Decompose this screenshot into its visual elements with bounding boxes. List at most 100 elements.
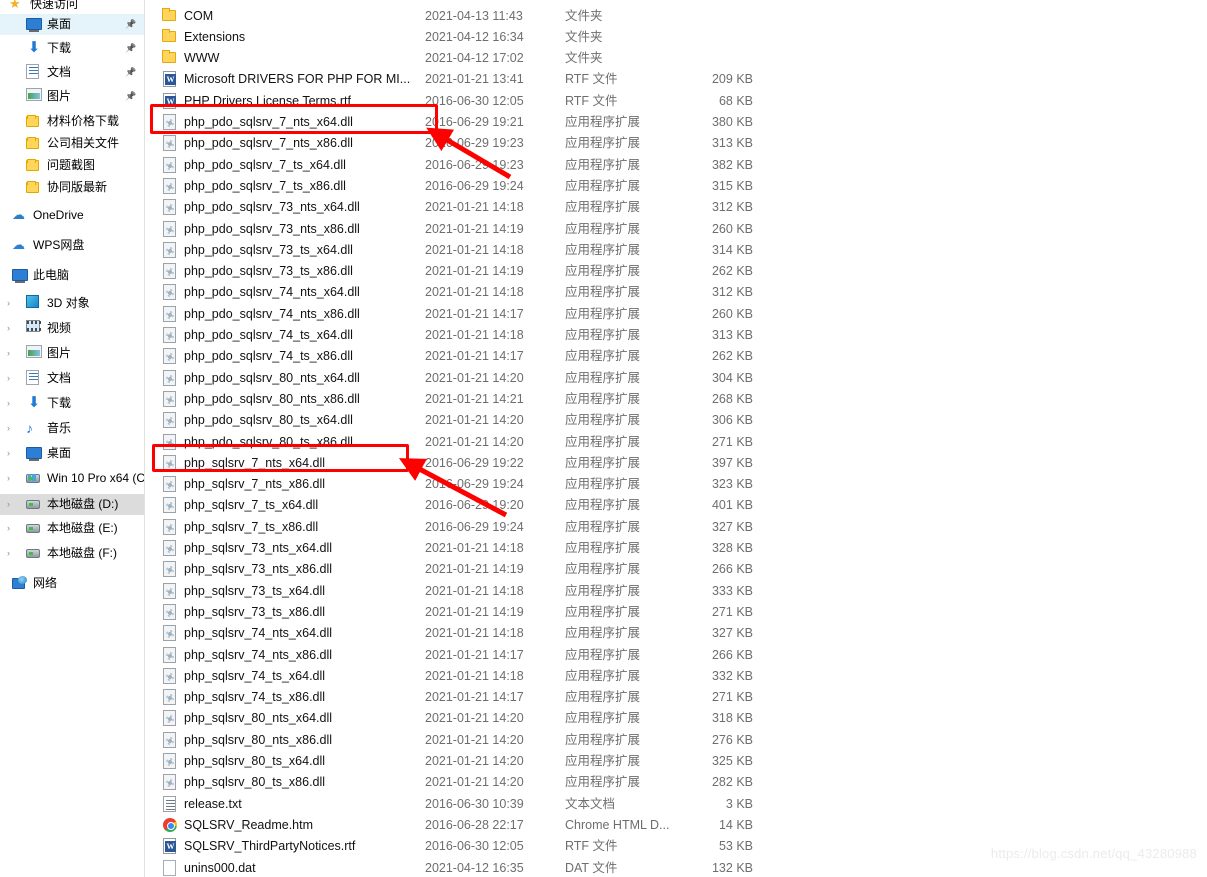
nav-item-20[interactable]: › 本地磁盘 (D:) (0, 494, 144, 515)
file-row[interactable]: SQLSRV_Readme.htm 2016-06-28 22:17 Chrome … (145, 815, 1207, 836)
nav-item-4[interactable]: 图片 📌 (0, 86, 144, 107)
chevron-right-icon[interactable]: › (3, 398, 14, 409)
file-row[interactable]: php_pdo_sqlsrv_80_nts_x86.dll 2021-01-21 … (145, 389, 1207, 410)
file-row[interactable]: php_sqlsrv_73_ts_x86.dll 2021-01-21 14:19… (145, 602, 1207, 623)
chevron-right-icon[interactable]: › (3, 298, 14, 309)
music-icon: ♪ (26, 420, 33, 436)
nav-item-6[interactable]: 公司相关文件 (0, 133, 144, 154)
file-row[interactable]: php_sqlsrv_74_ts_x86.dll 2021-01-21 14:17… (145, 687, 1207, 708)
nav-item-12[interactable]: › 3D 对象 (0, 293, 144, 314)
nav-item-21[interactable]: › 本地磁盘 (E:) (0, 518, 144, 539)
nav-item-7[interactable]: 问题截图 (0, 155, 144, 176)
file-row[interactable]: php_pdo_sqlsrv_80_nts_x64.dll 2021-01-21 … (145, 368, 1207, 389)
file-row[interactable]: php_sqlsrv_74_ts_x64.dll 2021-01-21 14:18… (145, 666, 1207, 687)
file-row[interactable]: php_sqlsrv_7_nts_x64.dll 2016-06-29 19:22… (145, 453, 1207, 474)
file-row[interactable]: php_pdo_sqlsrv_7_ts_x64.dll 2016-06-29 19… (145, 155, 1207, 176)
file-row[interactable]: Extensions 2021-04-12 16:34 文件夹 (145, 27, 1207, 48)
nav-item-8[interactable]: 协同版最新 (0, 177, 144, 198)
nav-item-1[interactable]: 桌面 📌 (0, 14, 144, 35)
file-type: 应用程序扩展 (565, 136, 641, 151)
file-row[interactable]: COM 2021-04-13 11:43 文件夹 (145, 6, 1207, 27)
nav-item-13[interactable]: › 视频 (0, 318, 144, 339)
dll-file-icon-glyph (163, 731, 176, 748)
chevron-right-icon[interactable]: › (3, 373, 14, 384)
dat-file-icon-glyph (163, 859, 176, 876)
pin-icon[interactable]: 📌 (125, 19, 136, 30)
nav-item-label: 本地磁盘 (F:) (47, 546, 117, 560)
file-row[interactable]: php_pdo_sqlsrv_74_nts_x86.dll 2021-01-21 … (145, 304, 1207, 325)
nav-item-5[interactable]: 材料价格下载 (0, 111, 144, 132)
dll-file-icon-glyph (163, 454, 176, 471)
pin-icon[interactable]: 📌 (125, 91, 136, 102)
dll-file-icon-glyph (163, 220, 176, 237)
file-row[interactable]: php_pdo_sqlsrv_80_ts_x86.dll 2021-01-21 1… (145, 432, 1207, 453)
chevron-right-icon[interactable]: › (3, 499, 14, 510)
file-name: php_pdo_sqlsrv_80_nts_x86.dll (184, 391, 360, 406)
nav-item-18[interactable]: › 桌面 (0, 443, 144, 464)
file-row[interactable]: WWW 2021-04-12 17:02 文件夹 (145, 48, 1207, 69)
file-row[interactable]: php_sqlsrv_80_ts_x86.dll 2021-01-21 14:20… (145, 772, 1207, 793)
file-row[interactable]: php_pdo_sqlsrv_7_nts_x64.dll 2016-06-29 1… (145, 112, 1207, 133)
file-date-modified: 2021-01-21 14:17 (425, 690, 524, 705)
file-row[interactable]: php_sqlsrv_80_nts_x64.dll 2021-01-21 14:2… (145, 708, 1207, 729)
nav-item-14[interactable]: › 图片 (0, 343, 144, 364)
nav-item-3[interactable]: 文档 📌 (0, 62, 144, 83)
file-row[interactable]: php_sqlsrv_7_ts_x64.dll 2016-06-29 19:20 应… (145, 495, 1207, 516)
file-date-modified: 2021-01-21 14:20 (425, 754, 524, 768)
file-row[interactable]: php_pdo_sqlsrv_7_nts_x86.dll 2016-06-29 1… (145, 133, 1207, 154)
dll-file-icon-glyph (163, 348, 176, 365)
file-name: php_sqlsrv_7_nts_x86.dll (184, 477, 326, 492)
file-row[interactable]: php_pdo_sqlsrv_73_ts_x86.dll 2021-01-21 1… (145, 261, 1207, 282)
file-row[interactable]: php_sqlsrv_80_nts_x86.dll 2021-01-21 14:2… (145, 730, 1207, 751)
text-file-icon (162, 795, 178, 813)
nav-item-16[interactable]: › ⬇ 下载 (0, 393, 144, 414)
chevron-right-icon[interactable]: › (3, 548, 14, 559)
navigation-pane[interactable]: ★ 快速访问 桌面 📌 ⬇ 下载 📌 文档 📌 图片 📌 材料价格下载 公司相关文件 问题截图 协同版最新 ☁… (0, 0, 144, 877)
nav-item-label: 音乐 (47, 421, 72, 435)
nav-item-17[interactable]: › ♪ 音乐 (0, 418, 144, 439)
nav-item-label: 桌面 (47, 446, 72, 460)
file-date-modified: 2016-06-29 19:23 (425, 157, 524, 172)
chevron-right-icon[interactable]: › (3, 448, 14, 459)
chevron-right-icon[interactable]: › (3, 523, 14, 534)
chevron-right-icon[interactable]: › (3, 423, 14, 434)
file-name: php_pdo_sqlsrv_74_nts_x86.dll (184, 306, 360, 321)
file-row[interactable]: php_pdo_sqlsrv_74_ts_x64.dll 2021-01-21 1… (145, 325, 1207, 346)
file-row[interactable]: php_pdo_sqlsrv_74_nts_x64.dll 2021-01-21 … (145, 282, 1207, 303)
nav-item-11[interactable]: 此电脑 (0, 265, 144, 286)
file-list-view[interactable]: COM 2021-04-13 11:43 文件夹 Extensions 2021-04-… (145, 0, 1207, 877)
file-row[interactable]: php_sqlsrv_7_nts_x86.dll 2016-06-29 19:24… (145, 474, 1207, 495)
nav-item-19[interactable]: › Win 10 Pro x64 (C (0, 468, 144, 489)
file-row[interactable]: php_sqlsrv_7_ts_x86.dll 2016-06-29 19:24 应… (145, 517, 1207, 538)
nav-item-9[interactable]: ☁ OneDrive (0, 205, 144, 226)
file-row[interactable]: php_pdo_sqlsrv_73_nts_x64.dll 2021-01-21 … (145, 197, 1207, 218)
file-row[interactable]: php_sqlsrv_74_nts_x86.dll 2021-01-21 14:1… (145, 645, 1207, 666)
file-row[interactable]: php_pdo_sqlsrv_74_ts_x86.dll 2021-01-21 1… (145, 346, 1207, 367)
file-row[interactable]: php_sqlsrv_73_nts_x86.dll 2021-01-21 14:1… (145, 559, 1207, 580)
file-row[interactable]: php_sqlsrv_80_ts_x64.dll 2021-01-21 14:20… (145, 751, 1207, 772)
file-row[interactable]: php_pdo_sqlsrv_73_nts_x86.dll 2021-01-21 … (145, 219, 1207, 240)
nav-item-10[interactable]: ☁ WPS网盘 (0, 235, 144, 256)
file-row[interactable]: Microsoft DRIVERS FOR PHP FOR MI... 2021-… (145, 69, 1207, 90)
nav-item-0[interactable]: ★ 快速访问 (0, 0, 144, 15)
file-row[interactable]: php_pdo_sqlsrv_73_ts_x64.dll 2021-01-21 1… (145, 240, 1207, 261)
pin-icon[interactable]: 📌 (125, 43, 136, 54)
chevron-right-icon[interactable]: › (3, 348, 14, 359)
file-row[interactable]: php_sqlsrv_73_ts_x64.dll 2021-01-21 14:18… (145, 581, 1207, 602)
file-row[interactable]: php_sqlsrv_73_nts_x64.dll 2021-01-21 14:1… (145, 538, 1207, 559)
file-row[interactable]: PHP Drivers License Terms.rtf 2016-06-30 … (145, 91, 1207, 112)
monitor-icon (26, 447, 42, 461)
file-row[interactable]: php_pdo_sqlsrv_7_ts_x86.dll 2016-06-29 19… (145, 176, 1207, 197)
file-row[interactable]: release.txt 2016-06-30 10:39 文本文档 3 KB (145, 794, 1207, 815)
chevron-right-icon[interactable]: › (3, 473, 14, 484)
file-size: 328 KB (711, 541, 753, 555)
file-row[interactable]: php_pdo_sqlsrv_80_ts_x64.dll 2021-01-21 1… (145, 410, 1207, 431)
chevron-right-icon[interactable]: › (3, 323, 14, 334)
nav-item-22[interactable]: › 本地磁盘 (F:) (0, 543, 144, 564)
file-row[interactable]: php_sqlsrv_74_nts_x64.dll 2021-01-21 14:1… (145, 623, 1207, 644)
file-type: 应用程序扩展 (565, 455, 641, 470)
nav-item-2[interactable]: ⬇ 下载 📌 (0, 38, 144, 59)
pin-icon[interactable]: 📌 (125, 67, 136, 78)
nav-item-23[interactable]: 网络 (0, 573, 144, 594)
nav-item-15[interactable]: › 文档 (0, 368, 144, 389)
